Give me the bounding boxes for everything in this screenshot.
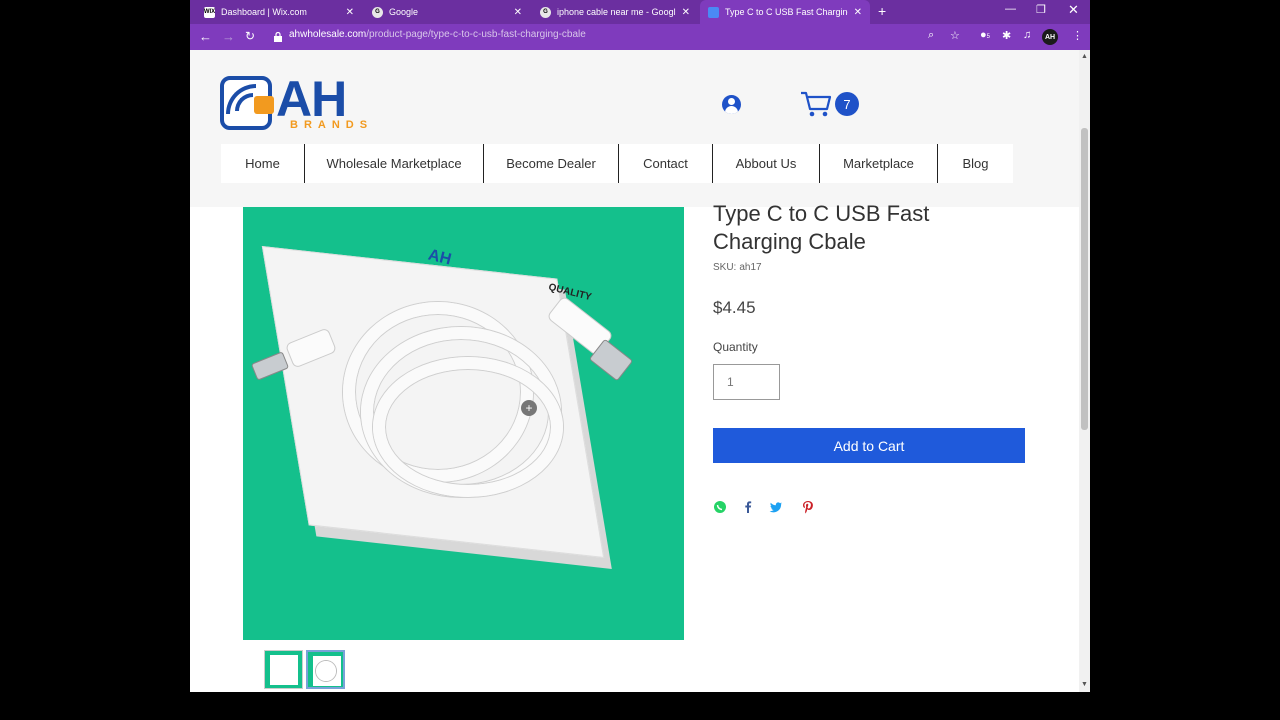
zoom-icon[interactable]: ⌕ (928, 29, 934, 42)
site-icon (708, 6, 719, 18)
tab-title: Type C to C USB Fast Charging C (725, 7, 848, 17)
zoom-plus-icon[interactable]: + (521, 400, 537, 416)
new-tab-icon[interactable]: + (878, 3, 886, 19)
tab-title: Dashboard | Wix.com (221, 7, 307, 17)
menu-item-home[interactable]: Home (221, 144, 305, 183)
facebook-icon[interactable] (741, 500, 755, 514)
url-bar[interactable]: ahwholesale.com/product-page/type-c-to-c… (289, 29, 586, 40)
user-body (725, 106, 738, 114)
close-icon[interactable]: ✕ (514, 7, 522, 18)
url-path: /product-page/type-c-to-c-usb-fast-charg… (366, 29, 586, 40)
page-scrollbar[interactable]: ▲ ▼ (1079, 50, 1090, 692)
quantity-label: Quantity (713, 340, 758, 354)
tab-wix-dashboard[interactable]: WIX Dashboard | Wix.com ✕ (196, 0, 362, 24)
media-icon[interactable]: ♫ (1023, 29, 1031, 41)
product-thumbnail-selected[interactable] (306, 650, 345, 689)
cart-icon[interactable] (800, 90, 832, 118)
add-to-cart-button[interactable]: Add to Cart (713, 428, 1025, 463)
pinterest-icon[interactable] (801, 500, 815, 514)
sku-value: ah17 (739, 262, 762, 273)
menu-item-marketplace[interactable]: Marketplace (820, 144, 938, 183)
google-icon: G (372, 6, 383, 18)
sku-label: SKU: (713, 262, 737, 273)
menu-item-wholesale-marketplace[interactable]: Wholesale Marketplace (305, 144, 484, 183)
menu-item-contact[interactable]: Contact (619, 144, 713, 183)
extensions-puzzle-icon[interactable]: ✱ (1002, 29, 1011, 42)
menu-item-blog[interactable]: Blog (938, 144, 1013, 183)
restore-icon[interactable]: ❐ (1036, 3, 1046, 16)
google-icon: G (540, 6, 551, 18)
close-icon[interactable]: ✕ (854, 7, 862, 18)
bookmark-star-icon[interactable]: ☆ (950, 29, 960, 42)
menu-item-about-us[interactable]: Abbout Us (713, 144, 820, 183)
close-icon[interactable]: ✕ (682, 7, 690, 18)
scroll-up-icon[interactable]: ▲ (1081, 53, 1088, 60)
back-icon[interactable]: ← (199, 29, 212, 44)
browser-window: WIX Dashboard | Wix.com ✕ G Google ✕ G i… (190, 0, 1090, 692)
minimize-icon[interactable]: — (1005, 3, 1016, 15)
product-main-image[interactable]: AH QUALITY + (243, 207, 684, 640)
address-toolbar: ← → ↻ ahwholesale.com/product-page/type-… (190, 24, 1090, 50)
product-thumbnail[interactable] (264, 650, 303, 689)
scroll-down-icon[interactable]: ▼ (1081, 681, 1088, 688)
product-sku: SKU: ah17 (713, 262, 762, 273)
reload-icon[interactable]: ↻ (245, 29, 255, 43)
user-head (728, 98, 735, 105)
extension-badge: 5 (986, 34, 990, 40)
forward-icon[interactable]: → (222, 29, 235, 44)
main-menu: Home Wholesale Marketplace Become Dealer… (221, 144, 1013, 183)
extension-icon[interactable]: ●5 (980, 29, 990, 41)
tab-title: Google (389, 7, 419, 17)
site-logo[interactable]: AH BRANDS (220, 71, 380, 134)
tab-google-search[interactable]: G iphone cable near me - Google S ✕ (532, 0, 698, 24)
user-account-icon[interactable] (722, 95, 741, 114)
scroll-thumb[interactable] (1081, 128, 1088, 430)
logo-subtext: BRANDS (290, 119, 374, 131)
whatsapp-icon[interactable] (713, 500, 727, 514)
menu-kebab-icon[interactable]: ⋮ (1072, 29, 1083, 42)
url-host: ahwholesale.com (289, 29, 367, 40)
thumbnail-coil (316, 661, 336, 681)
thumbnail-box (270, 655, 298, 685)
menu-item-become-dealer[interactable]: Become Dealer (484, 144, 619, 183)
twitter-icon[interactable] (769, 500, 783, 514)
product-price: $4.45 (713, 298, 756, 317)
tab-product-page[interactable]: Type C to C USB Fast Charging C ✕ (700, 0, 870, 24)
lock-icon (274, 32, 282, 42)
cable-coil (373, 357, 563, 497)
tab-strip: WIX Dashboard | Wix.com ✕ G Google ✕ G i… (190, 0, 1090, 24)
product-title: Type C to C USB Fast Charging Cbale (713, 201, 930, 254)
logo-square (254, 96, 274, 114)
web-page: AH BRANDS 7 Home Wholesale Marketplace B… (190, 50, 1079, 692)
wix-icon: WIX (204, 6, 215, 18)
cart-count-badge[interactable]: 7 (835, 92, 859, 116)
site-header: AH BRANDS 7 Home Wholesale Marketplace B… (190, 50, 1079, 207)
tab-google[interactable]: G Google ✕ (364, 0, 530, 24)
tab-title: iphone cable near me - Google S (557, 7, 676, 17)
close-icon[interactable]: ✕ (346, 7, 354, 18)
quantity-input[interactable] (713, 364, 780, 400)
close-window-icon[interactable]: ✕ (1068, 2, 1079, 18)
profile-avatar[interactable]: AH (1042, 29, 1058, 45)
